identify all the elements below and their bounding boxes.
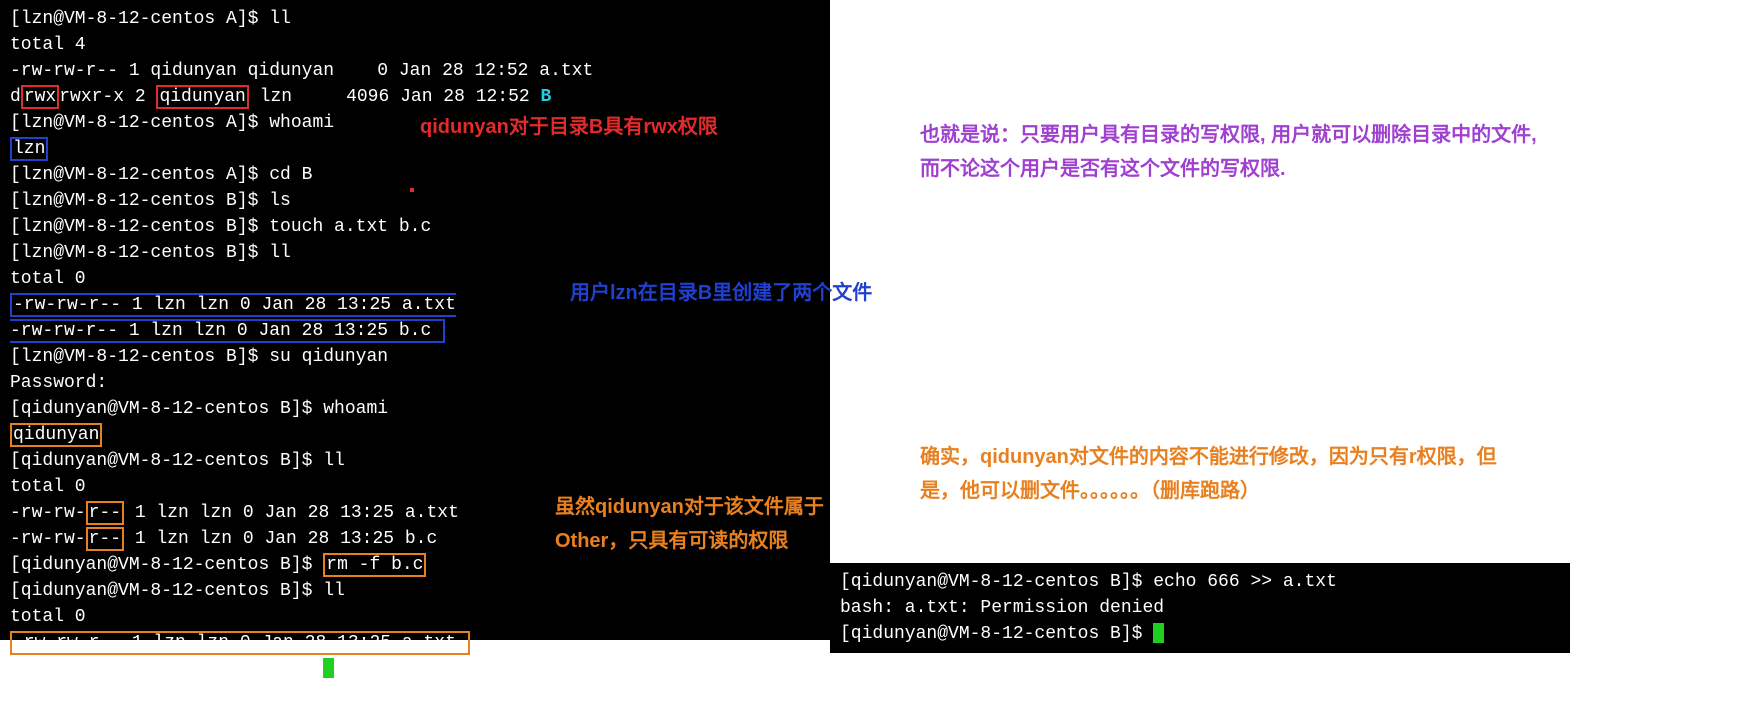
out-total: total 4 <box>10 35 86 55</box>
annotation-blue-created: 用户lzn在目录B里创建了两个文件 <box>570 276 872 310</box>
out-file-a: -rw-rw-r-- 1 qidunyan qidunyan 0 Jan 28 … <box>10 61 593 81</box>
red-dot-icon <box>410 188 414 192</box>
ls-dir-prefix: d <box>10 87 21 107</box>
terminal-bottom[interactable]: [qidunyan@VM-8-12-centos B]$ echo 666 >>… <box>830 563 1570 653</box>
remaining-file: -rw-rw-r-- 1 lzn lzn 0 Jan 28 13:25 a.tx… <box>10 631 470 655</box>
cmd-echo: [qidunyan@VM-8-12-centos B]$ echo 666 >>… <box>840 572 1337 592</box>
annotation-purple-explain: 也就是说：只要用户具有目录的写权限, 用户就可以删除目录中的文件, 而不论这个用… <box>920 118 1560 186</box>
prompt-final: [qidunyan@VM-8-12-centos B]$ <box>10 659 323 679</box>
cmd-cd: [lzn@VM-8-12-centos A]$ cd B <box>10 165 312 185</box>
perm-r-a: r-- <box>86 501 124 525</box>
perm-r-b: r-- <box>86 527 124 551</box>
perm-rwx-highlight: rwx <box>21 85 59 109</box>
cmd-rm: rm -f b.c <box>323 553 426 577</box>
whoami-qidunyan: qidunyan <box>10 423 102 447</box>
file-b-c: -rw-rw-r-- 1 lzn lzn 0 Jan 28 13:25 b.c <box>10 321 442 341</box>
cmd-ll: [lzn@VM-8-12-centos A]$ ll <box>10 9 291 29</box>
created-files-highlight: -rw-rw-r-- 1 lzn lzn 0 Jan 28 13:25 a.tx… <box>10 293 456 343</box>
ls-mid1: rwxr-x 2 <box>59 87 156 107</box>
prompt-bottom: [qidunyan@VM-8-12-centos B]$ <box>840 624 1153 644</box>
out-total0: total 0 <box>10 269 86 289</box>
perm-pre-b: -rw-rw- <box>10 529 86 549</box>
cmd-su: [lzn@VM-8-12-centos B]$ su qidunyan <box>10 347 388 367</box>
cmd-whoami2: [qidunyan@VM-8-12-centos B]$ whoami <box>10 399 388 419</box>
ls-mid2: lzn 4096 Jan 28 12:52 <box>249 87 541 107</box>
perm-rest-a: 1 lzn lzn 0 Jan 28 13:25 a.txt <box>124 503 459 523</box>
cmd-ll2: [lzn@VM-8-12-centos B]$ ll <box>10 243 291 263</box>
dir-B: B <box>541 87 552 107</box>
owner-highlight: qidunyan <box>156 85 248 109</box>
perm-rest-b: 1 lzn lzn 0 Jan 28 13:25 b.c <box>124 529 437 549</box>
cmd-touch: [lzn@VM-8-12-centos B]$ touch a.txt b.c <box>10 217 431 237</box>
annotation-orange-other: 虽然qidunyan对于该文件属于Other，只具有可读的权限 <box>555 490 835 558</box>
perm-pre-a: -rw-rw- <box>10 503 86 523</box>
annotation-orange-delete: 确实，qidunyan对文件的内容不能进行修改，因为只有r权限，但是，他可以删文… <box>920 440 1520 508</box>
annotation-red-perm: qidunyan对于目录B具有rwx权限 <box>420 110 718 144</box>
cmd-ll4: [qidunyan@VM-8-12-centos B]$ ll <box>10 581 345 601</box>
whoami-lzn: lzn <box>10 137 48 161</box>
file-a-txt: -rw-rw-r-- 1 lzn lzn 0 Jan 28 13:25 a.tx… <box>13 295 456 315</box>
prompt-rm: [qidunyan@VM-8-12-centos B]$ <box>10 555 323 575</box>
cmd-whoami: [lzn@VM-8-12-centos A]$ whoami <box>10 113 334 133</box>
password-prompt: Password: <box>10 373 107 393</box>
out-permission-denied: bash: a.txt: Permission denied <box>840 598 1164 618</box>
cursor-icon-2 <box>1153 623 1164 643</box>
cmd-ls: [lzn@VM-8-12-centos B]$ ls <box>10 191 291 211</box>
cursor-icon <box>323 658 334 678</box>
terminal-bottom-output: [qidunyan@VM-8-12-centos B]$ echo 666 >>… <box>840 569 1560 647</box>
out-total0b: total 0 <box>10 477 86 497</box>
cmd-ll3: [qidunyan@VM-8-12-centos B]$ ll <box>10 451 345 471</box>
terminal-output: [lzn@VM-8-12-centos A]$ ll total 4 -rw-r… <box>10 6 820 682</box>
out-total0c: total 0 <box>10 607 86 627</box>
